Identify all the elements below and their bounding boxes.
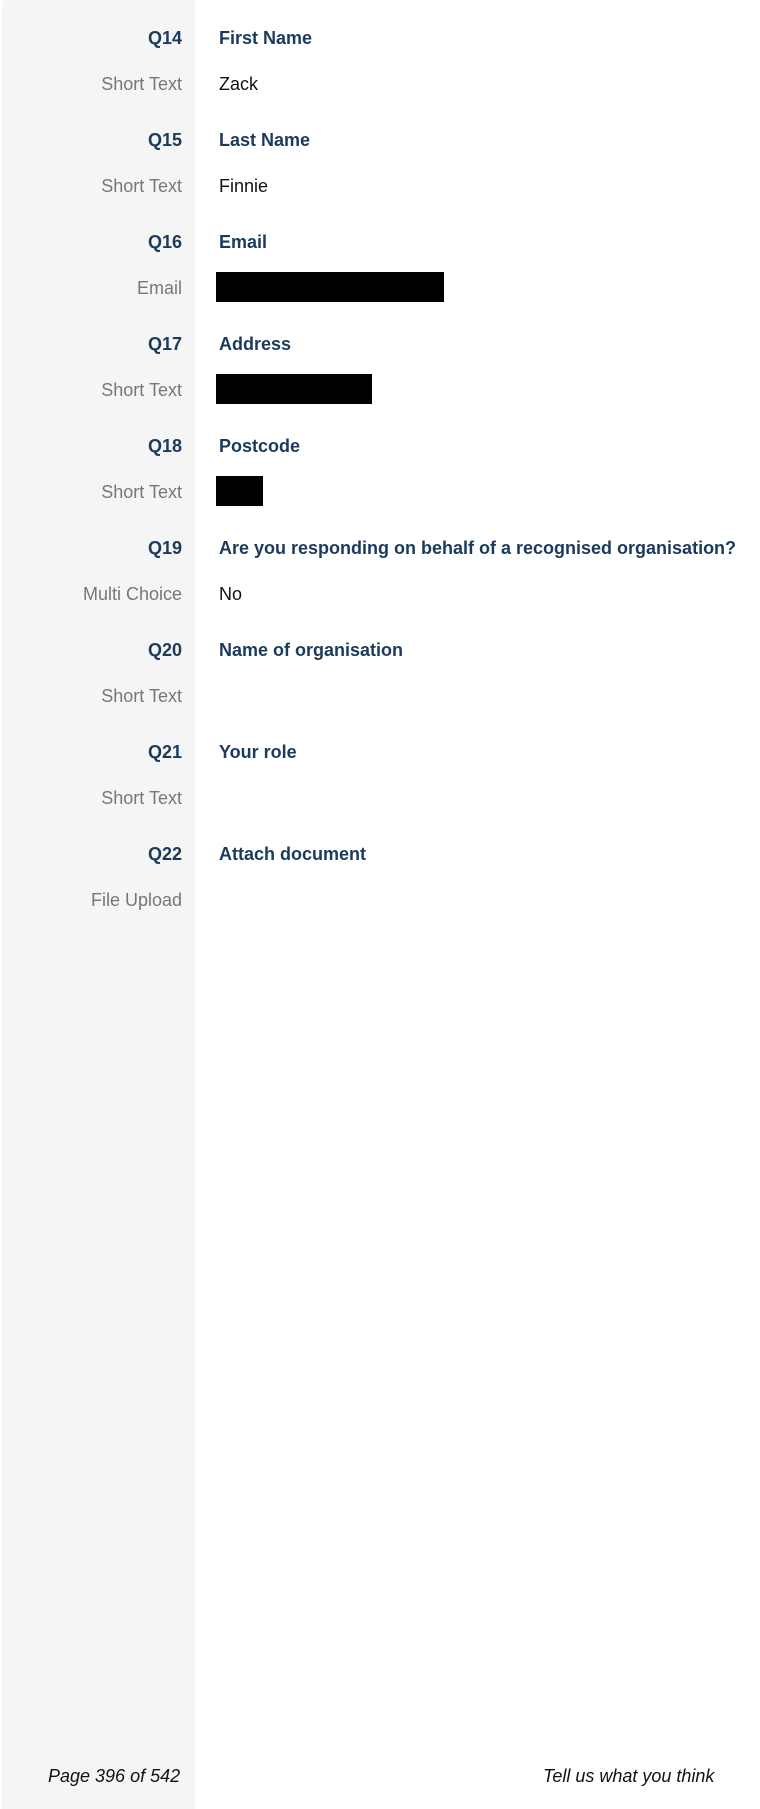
question-number: Q20: [147, 640, 182, 660]
question-title: Address: [219, 334, 292, 354]
question-q14: Q14 Short Text First Name Zack: [0, 12, 760, 114]
feedback-link[interactable]: Tell us what you think: [543, 1766, 714, 1787]
question-number: Q15: [147, 130, 182, 150]
question-title: First Name: [219, 28, 313, 48]
question-answer: No: [219, 584, 243, 604]
question-number: Q17: [147, 334, 182, 354]
question-number: Q16: [147, 232, 182, 252]
question-type: Email: [136, 278, 182, 298]
question-q21: Q21 Short Text Your role: [0, 726, 760, 828]
page-number: Page 396 of 542: [48, 1766, 181, 1786]
question-answer: Zack: [219, 74, 259, 94]
redacted-answer: [216, 476, 263, 506]
question-type: Short Text: [101, 482, 182, 502]
question-type: Short Text: [101, 176, 182, 196]
question-number: Q22: [147, 844, 182, 864]
question-q20: Q20 Short Text Name of organisation: [0, 624, 760, 726]
question-q16: Q16 Email Email: [0, 216, 760, 318]
question-type: Short Text: [101, 686, 182, 706]
question-title: Postcode: [219, 436, 301, 456]
redacted-answer: [216, 272, 444, 302]
question-type: File Upload: [90, 890, 182, 910]
question-title: Your role: [219, 742, 297, 762]
question-number: Q19: [147, 538, 182, 558]
question-title: Are you responding on behalf of a recogn…: [219, 538, 737, 558]
question-q18: Q18 Short Text Postcode: [0, 420, 760, 522]
question-number: Q21: [147, 742, 182, 762]
question-title: Name of organisation: [219, 640, 404, 660]
question-q15: Q15 Short Text Last Name Finnie: [0, 114, 760, 216]
question-title: Attach document: [219, 844, 367, 864]
question-q22: Q22 File Upload Attach document: [0, 828, 760, 930]
question-type: Multi Choice: [82, 584, 182, 604]
question-type: Short Text: [101, 74, 182, 94]
question-title: Email: [219, 232, 268, 252]
question-title: Last Name: [219, 130, 311, 150]
question-q17: Q17 Short Text Address: [0, 318, 760, 420]
question-number: Q14: [147, 28, 182, 48]
question-type: Short Text: [101, 380, 182, 400]
question-number: Q18: [147, 436, 182, 456]
question-q19: Q19 Multi Choice Are you responding on b…: [0, 522, 760, 624]
question-type: Short Text: [101, 788, 182, 808]
redacted-answer: [216, 374, 372, 404]
question-answer: Finnie: [219, 176, 269, 196]
